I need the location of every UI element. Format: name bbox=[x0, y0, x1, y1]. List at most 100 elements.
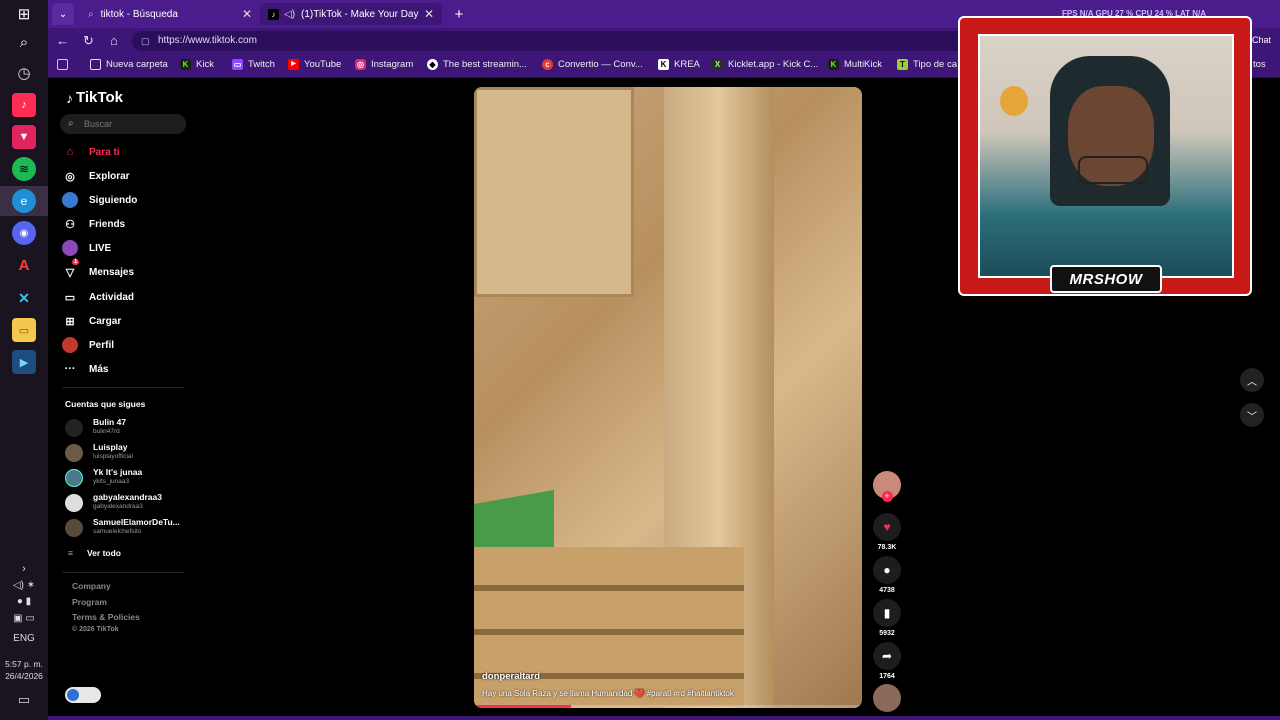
follow-plus-icon[interactable]: + bbox=[881, 491, 893, 502]
bookmark-krea[interactable]: K KREA bbox=[658, 59, 700, 70]
overflow-text: Chat bbox=[1252, 35, 1272, 45]
nav-para-ti[interactable]: ⌂ Para ti bbox=[62, 143, 120, 161]
file-explorer-icon[interactable]: ▭ bbox=[12, 318, 36, 342]
tray-volume-icon[interactable]: ◁) ✶ bbox=[0, 580, 48, 591]
windows-start-icon[interactable]: ⊞ bbox=[12, 2, 36, 26]
following-avatar-icon bbox=[62, 192, 78, 208]
notification-icon[interactable]: ▭ bbox=[0, 692, 48, 708]
bookmark-streaming[interactable]: ◆ The best streamin... bbox=[427, 59, 527, 70]
tiktok-logo[interactable]: ♪ TikTok bbox=[66, 89, 123, 106]
tray-time[interactable]: 5:57 p. m. bbox=[0, 659, 48, 669]
sound-avatar[interactable] bbox=[873, 684, 901, 712]
streamer-logo: MRSHOW bbox=[1050, 265, 1162, 293]
nav-perfil[interactable]: Perfil bbox=[62, 336, 114, 354]
video-player[interactable]: donperaltard Hay una Sola Raza y se llam… bbox=[474, 87, 862, 708]
bookmark-convertio[interactable]: c Convertio — Conv... bbox=[542, 59, 643, 70]
bookmark-nueva-carpeta[interactable]: Nueva carpeta bbox=[90, 59, 168, 70]
video-progress-bar[interactable] bbox=[474, 705, 862, 708]
video-progress-fill bbox=[474, 705, 571, 708]
bookmark-kicklet[interactable]: X Kicklet.app - Kick C... bbox=[712, 59, 818, 70]
home-icon[interactable]: ⌂ bbox=[110, 33, 118, 48]
speaker-icon[interactable]: ◁) bbox=[284, 9, 295, 20]
webcam-feed bbox=[978, 34, 1234, 278]
search-icon: ⌕ bbox=[68, 118, 74, 129]
tab-actions-icon[interactable]: ⌄ bbox=[52, 3, 74, 25]
like-count: 78.3K bbox=[877, 544, 897, 551]
app-blue-icon[interactable]: ▶ bbox=[12, 350, 36, 374]
search-icon[interactable]: ⌕ bbox=[12, 30, 36, 54]
tab-label: (1)TikTok - Make Your Day bbox=[301, 8, 419, 20]
tiktok-favicon-icon: ♪ bbox=[268, 8, 279, 20]
bookmark-instagram[interactable]: ◎ Instagram bbox=[355, 59, 413, 70]
close-icon[interactable]: ✕ bbox=[242, 7, 252, 21]
tab-tiktok[interactable]: ♪ ◁) (1)TikTok - Make Your Day ✕ bbox=[260, 3, 442, 25]
tiktok-app-icon[interactable]: ♪ bbox=[12, 93, 36, 117]
back-arrow-icon[interactable]: ← bbox=[56, 33, 69, 48]
bookmark-twitch[interactable]: ▭ Twitch bbox=[232, 59, 275, 70]
nav-mas[interactable]: ··· Más bbox=[62, 360, 109, 378]
kicklet-icon: X bbox=[712, 59, 723, 70]
save-button[interactable]: ▮ 5932 bbox=[873, 599, 901, 637]
edge-browser-icon[interactable]: e bbox=[12, 189, 36, 213]
nav-cargar[interactable]: ⊞ Cargar bbox=[62, 312, 121, 330]
bookmark-kick[interactable]: K Kick bbox=[180, 59, 214, 70]
next-video-button[interactable]: ﹀ bbox=[1240, 403, 1264, 427]
avatar bbox=[65, 419, 83, 437]
address-bar[interactable]: ▢ https://www.tiktok.com bbox=[132, 31, 992, 51]
tray-network-icon[interactable]: ▣ ▭ bbox=[0, 613, 48, 624]
avatar bbox=[65, 494, 83, 512]
chevron-down-icon: ﹀ bbox=[1247, 411, 1257, 423]
webcam-overlay: MRSHOW bbox=[958, 16, 1252, 296]
profile-avatar-icon bbox=[62, 337, 78, 353]
bookmark-youtube[interactable]: ▶ YouTube bbox=[288, 59, 341, 70]
video-frame-door bbox=[474, 87, 634, 297]
creator-avatar[interactable]: + bbox=[873, 471, 901, 502]
avatar bbox=[65, 444, 83, 462]
flowers bbox=[1000, 86, 1028, 116]
spotify-icon[interactable]: ≋ bbox=[12, 157, 36, 181]
bookmark-multikick[interactable]: K MultiKick bbox=[828, 59, 882, 70]
footer-terms[interactable]: Terms & Policies bbox=[72, 612, 140, 622]
overflow-text: tos bbox=[1253, 59, 1266, 70]
search-input[interactable]: ⌕ Buscar bbox=[60, 114, 186, 134]
share-button[interactable]: ➦ 1764 bbox=[873, 642, 901, 680]
music-disc-icon bbox=[873, 684, 901, 712]
reading-list-icon[interactable] bbox=[57, 59, 68, 70]
reload-icon[interactable]: ↻ bbox=[83, 33, 94, 49]
discord-icon[interactable]: ◉ bbox=[12, 221, 36, 245]
video-caption: Hay una Sola Raza y se llama Humanidad ❤… bbox=[482, 689, 734, 698]
new-tab-button[interactable]: + bbox=[448, 3, 470, 25]
chevron-right-icon[interactable]: › bbox=[0, 563, 48, 575]
bookmark-tipo[interactable]: T Tipo de ca bbox=[897, 59, 957, 70]
divider bbox=[62, 572, 184, 573]
nav-actividad[interactable]: ▭ Actividad bbox=[62, 288, 134, 306]
tray-language[interactable]: ENG bbox=[0, 633, 48, 644]
nav-mensajes[interactable]: ▽ 1 Mensajes bbox=[62, 259, 134, 281]
comment-button[interactable]: ● 4738 bbox=[873, 556, 901, 594]
app-a-icon[interactable]: A bbox=[12, 253, 36, 277]
footer-program[interactable]: Program bbox=[72, 597, 107, 607]
tray-date[interactable]: 26/4/2026 bbox=[0, 671, 48, 681]
nav-live[interactable]: LIVE bbox=[62, 239, 111, 257]
krea-icon: K bbox=[658, 59, 669, 70]
avatar bbox=[65, 469, 83, 487]
app-x-icon[interactable]: ✕ bbox=[12, 286, 36, 310]
glasses bbox=[1078, 156, 1148, 184]
tray-mic-icon[interactable]: ● ▮ bbox=[0, 596, 48, 607]
tab-search[interactable]: ⌕ tiktok - Búsqueda ✕ bbox=[80, 3, 260, 25]
nav-explorar[interactable]: ◎ Explorar bbox=[62, 167, 129, 185]
nav-siguiendo[interactable]: Siguiendo bbox=[62, 191, 137, 209]
activity-icon: ▭ bbox=[64, 291, 76, 304]
close-icon[interactable]: ✕ bbox=[424, 7, 434, 21]
footer-company[interactable]: Company bbox=[72, 581, 111, 591]
search-icon: ⌕ bbox=[88, 8, 94, 20]
video-frame-fence bbox=[474, 547, 744, 707]
like-button[interactable]: ♥ 78.3K bbox=[873, 513, 901, 551]
previous-video-button[interactable]: ︿ bbox=[1240, 368, 1264, 392]
nav-friends[interactable]: ⚇ Friends bbox=[62, 215, 125, 233]
app-red-icon[interactable]: ▼ bbox=[12, 125, 36, 149]
clock-app-icon[interactable]: ◷ bbox=[12, 61, 36, 85]
toggle-switch[interactable] bbox=[65, 687, 101, 703]
see-all-link[interactable]: ≡ Ver todo bbox=[68, 544, 121, 562]
video-author[interactable]: donperaltard bbox=[482, 671, 540, 682]
